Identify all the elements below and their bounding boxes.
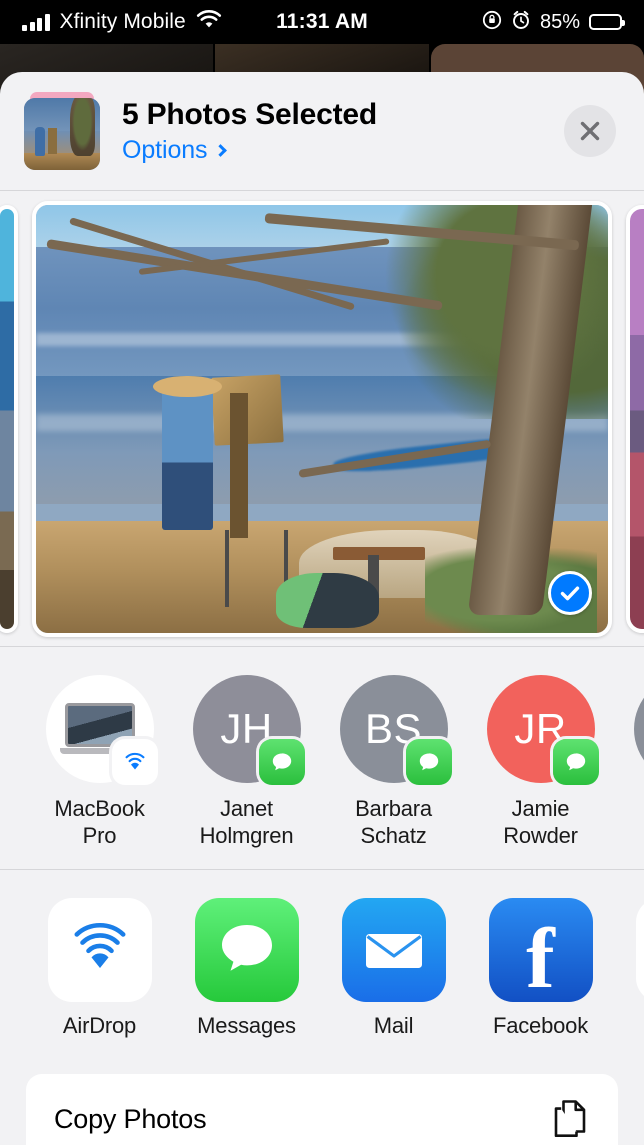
previous-photo-preview[interactable]	[0, 204, 18, 633]
photos-app-icon	[635, 898, 644, 1002]
app-label: Facebook	[492, 1013, 588, 1038]
avatar: BS	[339, 675, 452, 785]
carrier-label: Xfinity Mobile	[59, 10, 186, 33]
share-sheet-header: 5 Photos Selected Options	[0, 72, 644, 190]
app-partial[interactable]	[614, 898, 644, 1013]
contact-barbara-schatz[interactable]: BS Barbara Schatz	[320, 675, 467, 849]
status-bar-right: 85%	[482, 10, 625, 35]
photo-image	[36, 204, 608, 633]
airdrop-icon	[111, 739, 158, 785]
contact-partial[interactable]: A	[614, 675, 644, 795]
app-messages[interactable]: Messages	[173, 898, 320, 1039]
contact-name: Barbara Schatz	[355, 795, 432, 849]
close-icon	[580, 121, 600, 141]
contact-name-line2: Pro	[82, 823, 117, 848]
apps-row[interactable]: AirDrop Messages Mail f Facebook	[0, 870, 644, 1056]
contact-name-line1: MacBook	[54, 796, 145, 821]
app-label: Messages	[197, 1013, 296, 1038]
avatar-initials: A	[633, 675, 644, 783]
contact-name-line2: Holmgren	[199, 823, 294, 848]
contact-name-line1: Janet	[220, 796, 273, 821]
app-facebook[interactable]: f Facebook	[467, 898, 614, 1039]
avatar	[45, 675, 158, 785]
facebook-f-glyph: f	[526, 909, 555, 1002]
contact-name-line1: Barbara	[355, 796, 432, 821]
selected-photos-thumbnail[interactable]	[24, 92, 100, 170]
next-photo-preview[interactable]	[626, 204, 644, 633]
messages-icon	[258, 739, 305, 785]
copy-icon[interactable]	[550, 1095, 592, 1144]
facebook-icon: f	[488, 898, 593, 1002]
share-sheet: 5 Photos Selected Options MacBook Pro JH…	[0, 72, 644, 1145]
contact-name: Janet Holmgren	[200, 795, 294, 849]
status-bar: Xfinity Mobile 11:31 AM 85%	[0, 0, 644, 44]
page-title: 5 Photos Selected	[122, 97, 378, 131]
actions-card: Copy Photos	[26, 1074, 618, 1145]
alarm-clock-icon	[511, 10, 531, 35]
copy-photos-action[interactable]: Copy Photos	[54, 1104, 207, 1135]
contact-name: MacBook Pro	[54, 795, 145, 849]
thumbnail-image	[24, 98, 100, 170]
messages-icon	[194, 898, 299, 1002]
rotation-lock-icon	[482, 10, 502, 35]
checkmark-circle-icon[interactable]	[548, 570, 592, 615]
contact-name-line2: Rowder	[503, 823, 578, 848]
contact-jamie-rowder[interactable]: JR Jamie Rowder	[467, 675, 614, 849]
messages-icon	[405, 739, 452, 785]
contact-macbook-pro[interactable]: MacBook Pro	[26, 675, 173, 849]
mail-icon	[341, 898, 446, 1002]
messages-icon	[552, 739, 599, 785]
contacts-row[interactable]: MacBook Pro JH Janet Holmgren BS Barbara…	[0, 647, 644, 869]
avatar: JR	[486, 675, 599, 785]
airdrop-icon	[47, 898, 152, 1002]
avatar: A	[633, 675, 644, 783]
clock-label: 11:31 AM	[276, 10, 368, 33]
wifi-icon	[196, 10, 222, 34]
app-label: AirDrop	[62, 1013, 137, 1038]
contact-name: Jamie Rowder	[503, 795, 578, 849]
chevron-right-icon	[214, 143, 228, 157]
battery-icon	[589, 14, 625, 30]
photo-carousel[interactable]	[0, 191, 644, 646]
contact-janet-holmgren[interactable]: JH Janet Holmgren	[173, 675, 320, 849]
options-button[interactable]: Options	[122, 136, 377, 165]
avatar: JH	[192, 675, 305, 785]
cellular-bars-icon	[22, 13, 50, 31]
app-label: Mail	[373, 1013, 414, 1038]
iphone-screen: Xfinity Mobile 11:31 AM 85% 5 Photos Sel…	[0, 0, 644, 1145]
app-airdrop[interactable]: AirDrop	[26, 898, 173, 1039]
contact-name-line1: Jamie	[511, 796, 570, 821]
header-text-block: 5 Photos Selected Options	[122, 98, 377, 165]
options-label: Options	[122, 135, 208, 164]
grand-canyon-painter-photo[interactable]	[32, 200, 612, 637]
app-mail[interactable]: Mail	[320, 898, 467, 1039]
close-button[interactable]	[564, 105, 616, 157]
contact-name-line2: Schatz	[360, 823, 427, 848]
status-bar-left: Xfinity Mobile	[22, 10, 222, 34]
battery-percent-label: 85%	[539, 10, 580, 33]
